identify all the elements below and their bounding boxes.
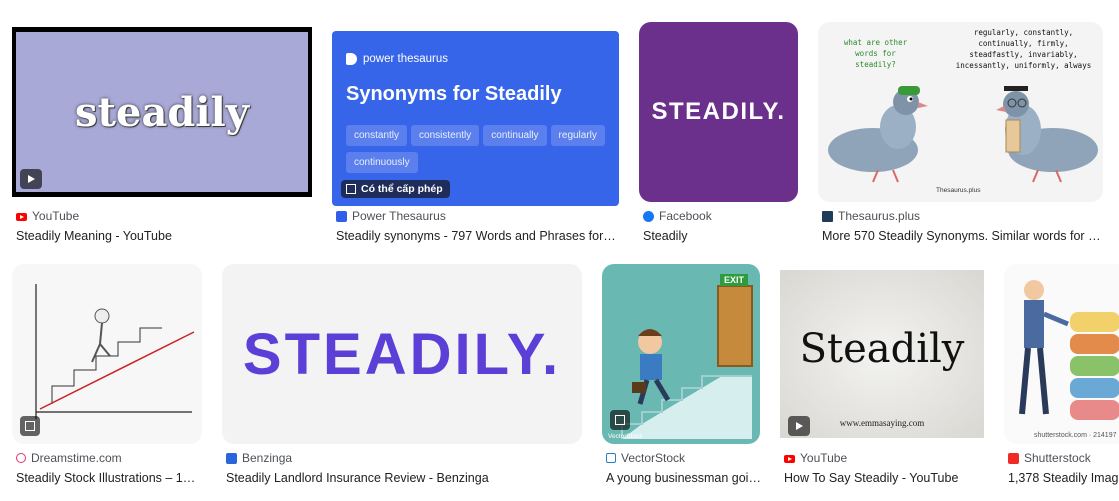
youtube-icon <box>784 453 795 464</box>
license-badge[interactable]: Có thể cấp phép <box>341 180 450 198</box>
result-thumbnail[interactable]: what are other words for steadily? regul… <box>818 22 1103 202</box>
synonym-chip: continually <box>483 125 547 146</box>
thumbnail-watermark: VectorStock <box>608 433 643 440</box>
thumbnail-heading: Synonyms for Steadily <box>346 83 562 105</box>
thumbnail-watermark: shutterstock.com · 214197 <box>1034 432 1117 439</box>
synonym-chip: consistently <box>411 125 480 146</box>
thumbnail-brand: power thesaurus <box>363 53 449 65</box>
result-thumbnail[interactable]: STEADILY. <box>639 22 798 202</box>
synonym-chip: constantly <box>346 125 408 146</box>
result-thumbnail[interactable]: STEADILY. <box>222 264 582 444</box>
result-title[interactable]: Steadily Landlord Insurance Review - Ben… <box>226 471 581 485</box>
power-thesaurus-logo-icon <box>346 53 357 65</box>
result-thumbnail[interactable]: power thesaurus Synonyms for Steadily co… <box>332 31 619 206</box>
result-source[interactable]: YouTube <box>784 451 847 465</box>
result-thumbnail[interactable]: steadily <box>12 27 312 197</box>
play-icon <box>788 416 810 436</box>
image-icon <box>20 416 40 436</box>
result-thumbnail[interactable] <box>12 264 202 444</box>
result-title[interactable]: More 570 Steadily Synonyms. Similar word… <box>822 229 1102 243</box>
youtube-icon <box>16 211 27 222</box>
result-title[interactable]: Steadily Stock Illustrations – 1… <box>16 471 201 485</box>
result-source[interactable]: Power Thesaurus <box>336 209 446 223</box>
result-source[interactable]: VectorStock <box>606 451 685 465</box>
businessman-pushing-illustration <box>1019 280 1119 420</box>
result-source[interactable]: Dreamstime.com <box>16 451 122 465</box>
exit-sign: EXIT <box>720 274 749 286</box>
synonym-chips: constantly consistently continually regular… <box>346 125 611 179</box>
synonym-chip: continuously <box>346 152 418 173</box>
result-source[interactable]: YouTube <box>16 209 79 223</box>
result-source[interactable]: Shutterstock <box>1008 451 1091 465</box>
thumbnail-watermark: Thesaurus.plus <box>936 187 981 194</box>
result-title[interactable]: How To Say Steadily - YouTube <box>784 471 984 485</box>
result-title[interactable]: 1,378 Steadily Image <box>1008 471 1119 485</box>
result-source[interactable]: Facebook <box>643 209 712 223</box>
thumbnail-word: STEADILY. <box>651 98 786 125</box>
result-source[interactable]: Thesaurus.plus <box>822 209 920 223</box>
result-thumbnail[interactable]: shutterstock.com · 214197 <box>1004 264 1119 444</box>
thumbnail-word: Steadily <box>799 326 965 372</box>
dreamstime-icon <box>16 453 26 463</box>
book-icon <box>822 210 833 222</box>
facebook-icon <box>643 210 654 222</box>
result-thumbnail[interactable]: Steadily www.emmasaying.com <box>780 264 984 444</box>
vectorstock-icon <box>606 453 616 463</box>
result-title[interactable]: Steadily synonyms - 797 Words and Phrase… <box>336 229 616 243</box>
play-icon <box>20 169 42 189</box>
thumbnail-word: STEADILY. <box>242 321 562 387</box>
benzinga-icon <box>226 452 237 464</box>
stairs-illustration <box>35 284 195 419</box>
result-thumbnail[interactable]: EXIT VectorStock <box>602 264 760 444</box>
thumbnail-word: steadily <box>75 88 249 136</box>
shutterstock-icon <box>1008 452 1019 464</box>
result-title[interactable]: Steadily Meaning - YouTube <box>16 229 316 243</box>
result-source[interactable]: Benzinga <box>226 451 292 465</box>
thumbnail-url: www.emmasaying.com <box>839 418 925 428</box>
result-title[interactable]: Steadily <box>643 229 798 243</box>
image-icon <box>610 410 630 430</box>
result-title[interactable]: A young businessman goi… <box>606 471 761 485</box>
pigeons-illustration <box>828 86 1098 183</box>
image-icon <box>346 184 356 194</box>
synonym-chip: regularly <box>550 125 605 146</box>
power-thesaurus-icon <box>336 210 347 222</box>
